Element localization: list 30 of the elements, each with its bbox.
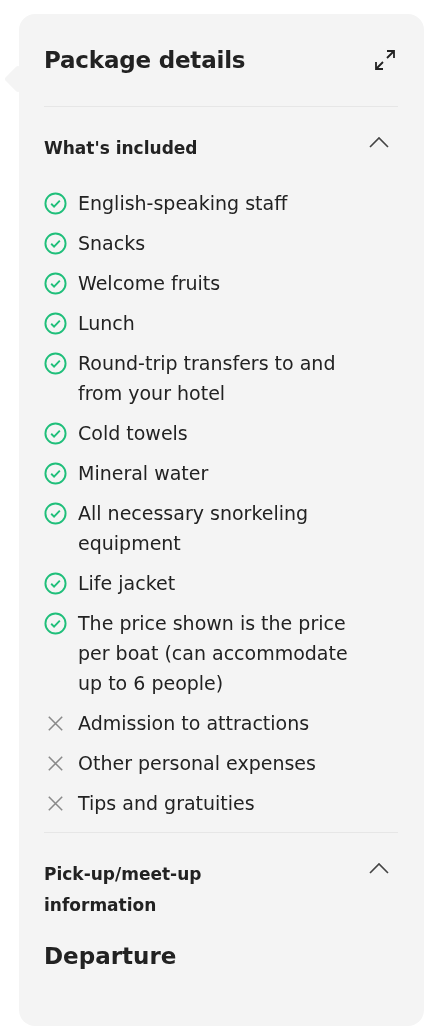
check-circle-icon xyxy=(44,312,67,335)
chevron-up-icon[interactable] xyxy=(368,135,390,149)
panel-title: Package details xyxy=(44,47,246,73)
section-title: Pick-up/meet-up information xyxy=(44,863,203,917)
item-text: Lunch xyxy=(78,311,135,336)
item-text: English-speaking staff xyxy=(78,191,288,216)
check-circle-icon xyxy=(44,352,67,375)
check-circle-icon xyxy=(44,572,67,595)
expand-icon[interactable] xyxy=(374,49,396,71)
check-circle-icon xyxy=(44,192,67,215)
item-text: Tips and gratuities xyxy=(78,791,255,816)
section-title: What's included xyxy=(44,137,198,160)
item-text: Life jacket xyxy=(78,571,176,596)
check-circle-icon xyxy=(44,272,67,295)
check-circle-icon xyxy=(44,502,67,525)
item-text: Mineral water xyxy=(78,461,209,486)
subheading: Departure xyxy=(44,943,178,969)
item-text: Admission to attractions xyxy=(78,711,310,736)
item-text: All necessary snorkeling equipment xyxy=(78,501,310,556)
check-circle-icon xyxy=(44,232,67,255)
item-text: Cold towels xyxy=(78,421,188,446)
item-text: Welcome fruits xyxy=(78,271,221,296)
chevron-up-icon[interactable] xyxy=(368,861,390,875)
item-text: Other personal expenses xyxy=(78,751,316,776)
item-text: Round-trip transfers to and from your hotel xyxy=(78,351,337,406)
item-text: The price shown is the price per boat (can accommodate up to 6 people) xyxy=(78,611,349,696)
check-circle-icon xyxy=(44,612,67,635)
check-circle-icon xyxy=(44,422,67,445)
item-text: Snacks xyxy=(78,231,146,256)
check-circle-icon xyxy=(44,462,67,485)
